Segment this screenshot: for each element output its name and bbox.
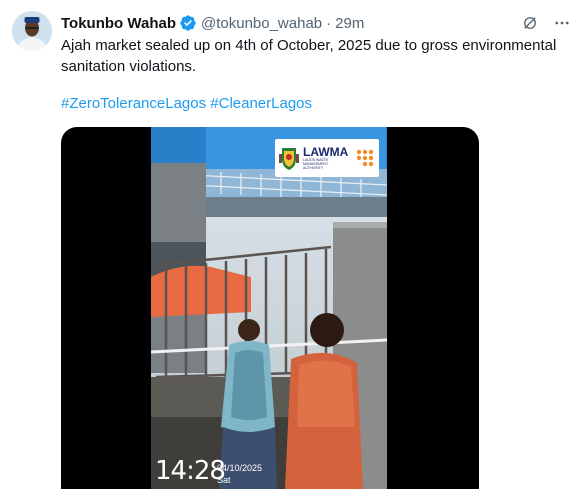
header-actions xyxy=(521,14,571,32)
video-day: Sat xyxy=(217,475,231,485)
lawma-subtitle: LAGOS WASTE MANAGEMENT AUTHORITY xyxy=(303,158,329,170)
more-icon[interactable] xyxy=(553,14,571,32)
verified-badge-icon[interactable] xyxy=(179,14,197,32)
grok-icon[interactable] xyxy=(521,14,539,32)
video-timestamp: 14:28 xyxy=(155,456,226,486)
tweet-header: Tokunbo Wahab @tokunbo_wahab · 29m xyxy=(61,12,571,34)
video-frame: LAWMA LAGOS WASTE MANAGEMENT AUTHORITY 1… xyxy=(151,127,387,489)
hashtag-link[interactable]: #CleanerLagos xyxy=(210,95,312,112)
tweet-text: Ajah market sealed up on 4th of October,… xyxy=(61,37,557,75)
video-scene-image xyxy=(151,127,387,489)
hashtags: #ZeroToleranceLagos #CleanerLagos xyxy=(61,94,312,114)
author-handle[interactable]: @tokunbo_wahab xyxy=(201,15,322,32)
video-date: 04/10/2025 xyxy=(217,463,263,473)
crest-icon xyxy=(279,148,299,170)
author-name[interactable]: Tokunbo Wahab xyxy=(61,15,176,32)
video-player[interactable]: LAWMA LAGOS WASTE MANAGEMENT AUTHORITY 1… xyxy=(61,127,479,489)
hashtag-link[interactable]: #ZeroToleranceLagos xyxy=(61,95,206,112)
lawma-logo-badge: LAWMA LAGOS WASTE MANAGEMENT AUTHORITY xyxy=(275,139,379,177)
lawma-dots-icon xyxy=(356,149,374,167)
separator-dot: · xyxy=(326,14,332,32)
author-avatar[interactable] xyxy=(12,11,52,51)
tweet-time[interactable]: 29m xyxy=(335,15,364,32)
lawma-title: LAWMA xyxy=(303,145,349,159)
